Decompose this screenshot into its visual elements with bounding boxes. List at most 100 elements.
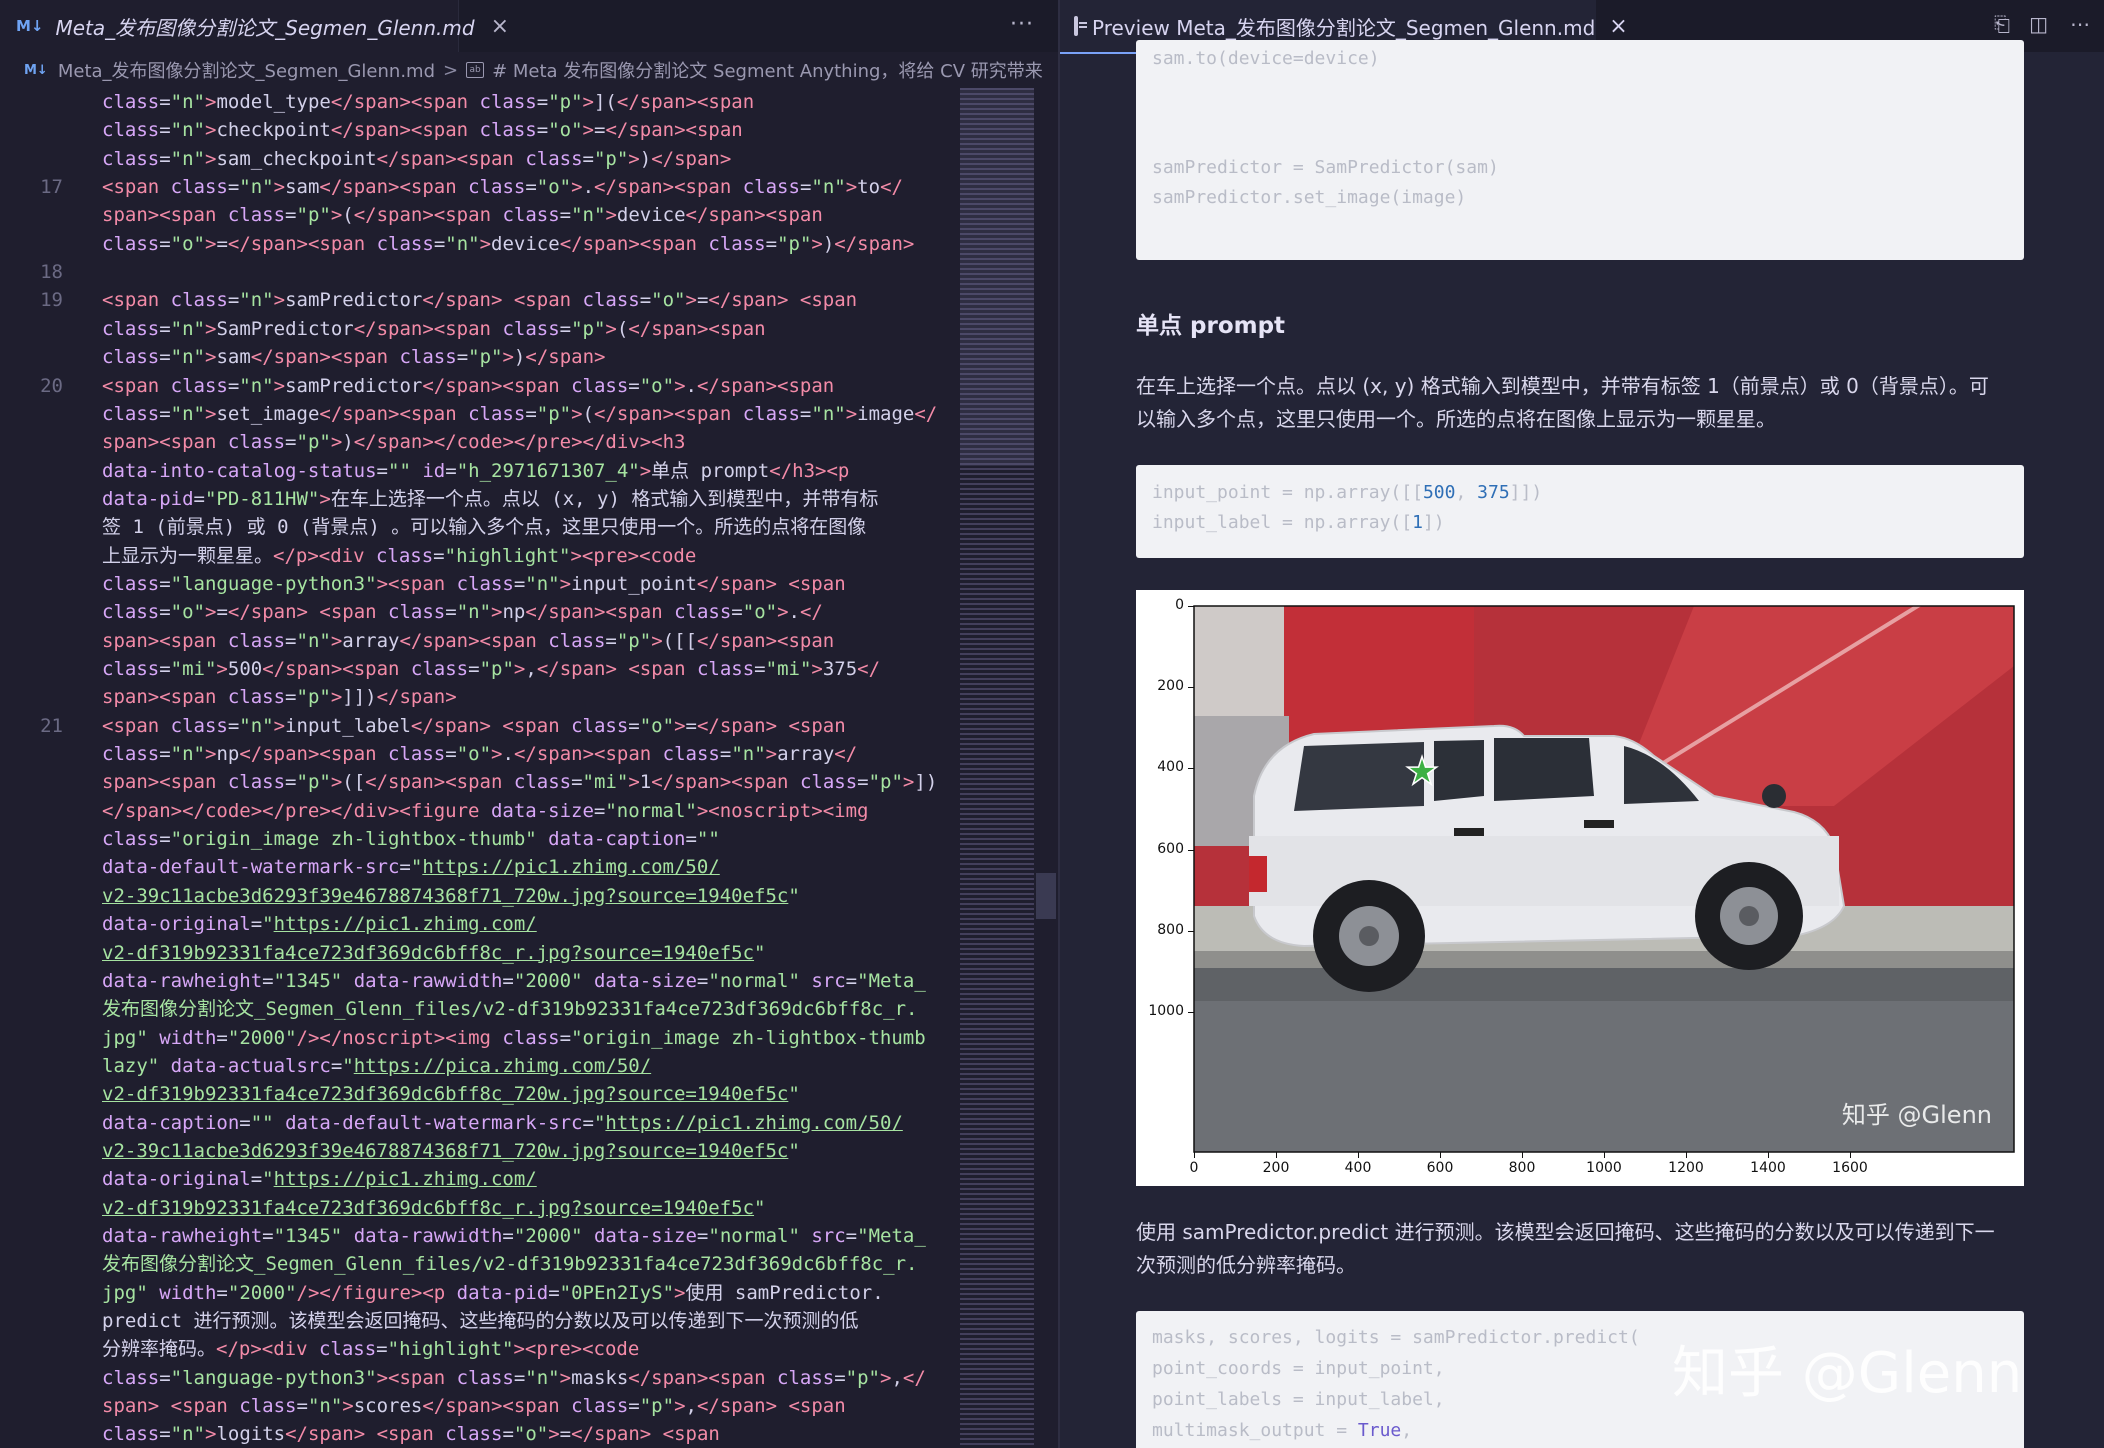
code-token: >: [204, 147, 217, 170]
code-line[interactable]: predict 进行预测。该模型会返回掩码、这些掩码的分数以及可以传递到下一次预…: [0, 1307, 955, 1335]
code-line[interactable]: class="n">np</span><span class="o">.</sp…: [0, 740, 955, 768]
code-line[interactable]: v2-df319b92331fa4ce723df369dc6bff8c_r.jp…: [0, 1194, 955, 1222]
code-token[interactable]: https://pic1.zhimg.com/: [274, 1168, 537, 1190]
code-line[interactable]: class="mi">500</span><span class="p">,</…: [0, 655, 955, 683]
breadcrumb-symbol[interactable]: # Meta 发布图像分割论文 Segment Anything，将给 CV 研…: [492, 57, 1043, 83]
code-token: class: [102, 317, 160, 340]
code-line[interactable]: data-caption="" data-default-watermark-s…: [0, 1109, 955, 1137]
code-line[interactable]: span><span class="p">([</span><span clas…: [0, 768, 955, 796]
code-token: =: [159, 119, 171, 142]
code-line[interactable]: span> <span class="n">scores</span><span…: [0, 1392, 955, 1420]
code-token: "n": [170, 1423, 205, 1446]
code-line[interactable]: class="n">model_type</span><span class="…: [0, 88, 955, 116]
code-line[interactable]: class="language-python3"><span class="n"…: [0, 1364, 955, 1392]
code-token: data-size: [593, 1225, 697, 1247]
code-token: class: [410, 658, 469, 680]
code-line[interactable]: class="n">logits</span> <span class="o">…: [0, 1420, 955, 1448]
code-line[interactable]: 18: [0, 258, 955, 286]
scrollbar-thumb[interactable]: [1036, 873, 1056, 919]
code-text: data-into-catalog-status="" id="h_297167…: [102, 457, 849, 485]
code-line[interactable]: 19 <span class="n">samPredictor</span> <s…: [0, 286, 955, 314]
code-line[interactable]: class="n">sam</span><span class="p">)</s…: [0, 343, 955, 371]
code-token: "o": [170, 601, 205, 624]
code-token[interactable]: v2-df319b92331fa4ce723df369dc6bff8c_r.jp…: [102, 942, 754, 964]
close-icon[interactable]: ×: [491, 14, 509, 39]
code-line[interactable]: class="n">sam_checkpoint</span><span cla…: [0, 145, 955, 173]
code-token[interactable]: https://pica.zhimg.com/50/: [354, 1055, 651, 1077]
code-line[interactable]: span><span class="p">(</span><span class…: [0, 201, 955, 229]
split-editor-icon[interactable]: ◫: [2029, 12, 2048, 36]
code-token: >: [330, 431, 343, 454]
code-line[interactable]: span><span class="n">array</span><span c…: [0, 627, 955, 655]
code-line[interactable]: </span></code></pre></div><figure data-s…: [0, 797, 955, 825]
code-line[interactable]: v2-df319b92331fa4ce723df369dc6bff8c_r.jp…: [0, 939, 955, 967]
figure-image[interactable]: ★ 知乎 @Glenn 0 200 400 600 800 1000 0 200 400 600 8…: [1136, 590, 2024, 1186]
code-token: "": [250, 1111, 274, 1134]
code-line[interactable]: class="language-python3"><span class="n"…: [0, 570, 955, 598]
code-line[interactable]: 上显示为一颗星星。</p><div class="highlight"><pre…: [0, 542, 955, 570]
code-token: </span><span: [594, 402, 743, 425]
code-token: >: [777, 601, 789, 624]
close-icon[interactable]: ×: [1609, 14, 1627, 39]
code-token: "n": [456, 601, 492, 624]
code-token: data-into-catalog-status: [102, 459, 377, 482]
code-text: data-caption="" data-default-watermark-s…: [102, 1109, 903, 1137]
code-text-area[interactable]: class="n">model_type</span><span class="…: [0, 88, 955, 1448]
open-source-icon[interactable]: ⎗: [1994, 12, 2010, 36]
code-token: =: [502, 1423, 514, 1446]
code-line[interactable]: data-original="https://pic1.zhimg.com/: [0, 1165, 955, 1193]
more-actions-icon[interactable]: ···: [1010, 12, 1034, 37]
breadcrumb-file[interactable]: Meta_发布图像分割论文_Segmen_Glenn.md: [58, 57, 435, 83]
code-line[interactable]: class="o">=</span> <span class="n">np</s…: [0, 598, 955, 626]
code-token: ): [639, 147, 652, 170]
code-token: lazy": [102, 1054, 160, 1077]
car-photo: ★ 知乎 @Glenn: [1194, 606, 2014, 1152]
code-line[interactable]: lazy" data-actualsrc="https://pica.zhimg…: [0, 1052, 955, 1080]
code-token[interactable]: v2-39c11acbe3d6293f39e4678874368f71_720w…: [102, 1140, 788, 1162]
code-line[interactable]: 发布图像分割论文_Segmen_Glenn_files/v2-df319b923…: [0, 995, 955, 1023]
code-token: =: [445, 743, 457, 766]
code-token[interactable]: https://pic1.zhimg.com/50/: [605, 1112, 902, 1134]
code-token: "n": [239, 374, 274, 397]
code-line[interactable]: class="n">checkpoint</span><span class="…: [0, 116, 955, 144]
code-token[interactable]: v2-39c11acbe3d6293f39e4678874368f71_720w…: [102, 885, 788, 907]
code-token[interactable]: https://pic1.zhimg.com/: [274, 913, 537, 935]
code-line[interactable]: data-default-watermark-src="https://pic1…: [0, 853, 955, 881]
code-line[interactable]: v2-39c11acbe3d6293f39e4678874368f71_720w…: [0, 1137, 955, 1165]
code-token[interactable]: v2-df319b92331fa4ce723df369dc6bff8c_720w…: [102, 1083, 788, 1105]
code-line[interactable]: data-rawheight="1345" data-rawwidth="200…: [0, 1222, 955, 1250]
code-line[interactable]: span><span class="p">)</span></code></pr…: [0, 428, 955, 456]
code-line[interactable]: v2-39c11acbe3d6293f39e4678874368f71_720w…: [0, 882, 955, 910]
code-line[interactable]: class="o">=</span><span class="n">device…: [0, 230, 955, 258]
code-token: >: [902, 771, 915, 794]
more-actions-icon[interactable]: ⋯: [2070, 12, 2090, 36]
code-line[interactable]: data-into-catalog-status="" id="h_297167…: [0, 457, 955, 485]
code-token: "1345": [273, 969, 343, 992]
code-line[interactable]: 发布图像分割论文_Segmen_Glenn_files/v2-df319b923…: [0, 1250, 955, 1278]
code-token[interactable]: https://pic1.zhimg.com/50/: [422, 856, 719, 878]
code-line[interactable]: 分辨率掩码。</p><div class="highlight"><pre><c…: [0, 1335, 955, 1363]
code-line[interactable]: span><span class="p">]])</span>: [0, 683, 955, 711]
code-line[interactable]: data-pid="PD-811HW">在车上选择一个点。点以 (x, y) 格…: [0, 485, 955, 513]
code-token[interactable]: v2-df319b92331fa4ce723df369dc6bff8c_r.jp…: [102, 1197, 754, 1219]
code-token: "2000": [513, 969, 583, 992]
code-line[interactable]: 17 <span class="n">sam</span><span class=…: [0, 173, 955, 201]
code-line[interactable]: 20 <span class="n">samPredictor</span><sp…: [0, 372, 955, 400]
paragraph-line: 在车上选择一个点。点以 (x, y) 格式输入到模型中，并带有标签 1（前景点）…: [1136, 374, 1989, 398]
code-text: predict 进行预测。该模型会返回掩码、这些掩码的分数以及可以传递到下一次预…: [102, 1307, 859, 1335]
code-token: </span><span: [262, 658, 411, 680]
code-line[interactable]: jpg" width="2000"/></noscript><img class…: [0, 1024, 955, 1052]
code-line[interactable]: 签 1 (前景点) 或 0 (背景点) 。可以输入多个点，这里只使用一个。所选的…: [0, 513, 955, 541]
code-line[interactable]: class="n">set_image</span><span class="p…: [0, 400, 955, 428]
code-line[interactable]: jpg" width="2000"/></figure><p data-pid=…: [0, 1279, 955, 1307]
code-line[interactable]: data-original="https://pic1.zhimg.com/: [0, 910, 955, 938]
code-token: class: [502, 1026, 560, 1049]
minimap-slider[interactable]: [960, 88, 1034, 466]
code-token: =: [513, 1366, 526, 1389]
code-line[interactable]: class="origin_image zh-lightbox-thumb" d…: [0, 825, 955, 853]
editor-tab[interactable]: M↓ Meta_发布图像分割论文_Segmen_Glenn.md ×: [0, 0, 509, 52]
code-line[interactable]: class="n">SamPredictor</span><span class…: [0, 315, 955, 343]
code-line[interactable]: 21 <span class="n">input_label</span> <sp…: [0, 712, 955, 740]
code-line[interactable]: data-rawheight="1345" data-rawwidth="200…: [0, 967, 955, 995]
code-line[interactable]: v2-df319b92331fa4ce723df369dc6bff8c_720w…: [0, 1080, 955, 1108]
